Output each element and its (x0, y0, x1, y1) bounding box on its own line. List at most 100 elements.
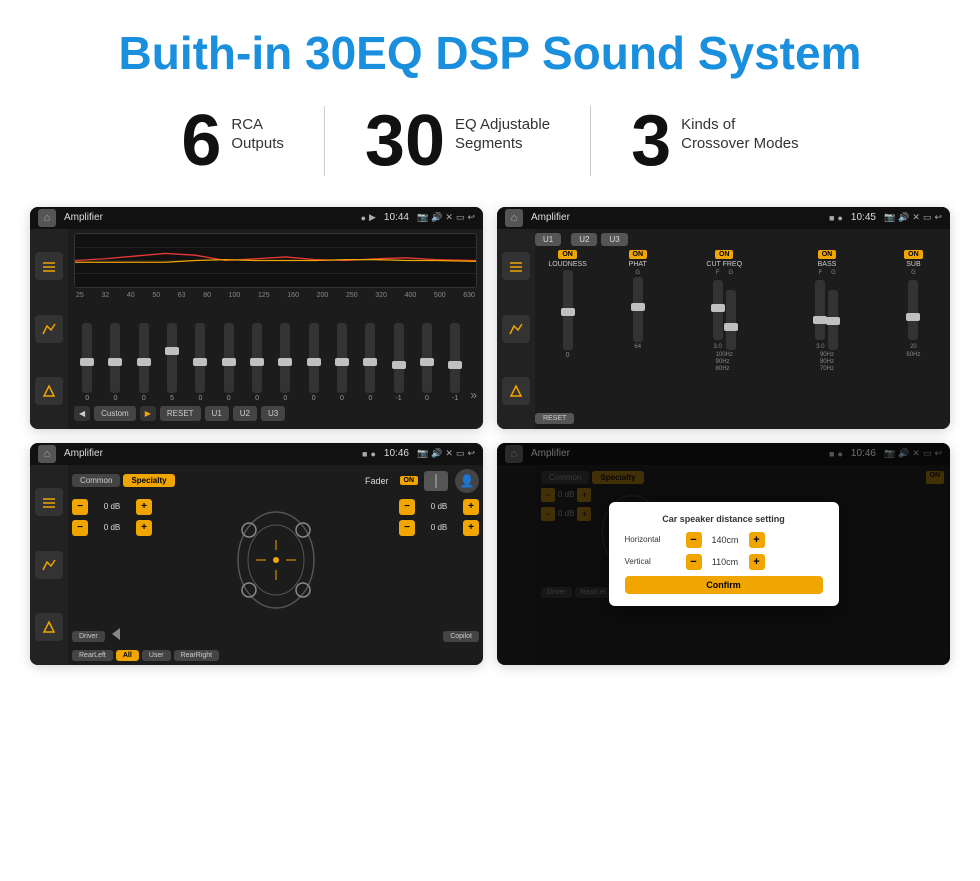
amp-sidebar-btn-1[interactable] (502, 252, 530, 280)
dialog-vertical-plus[interactable]: + (749, 554, 765, 570)
cross-btn-rearright[interactable]: RearRight (174, 650, 220, 661)
cutfreq-g-slider[interactable] (726, 290, 736, 350)
amp-u3-btn[interactable]: U3 (601, 233, 627, 246)
cross-tab-common[interactable]: Common (72, 474, 120, 487)
cross-tab-specialty[interactable]: Specialty (123, 474, 174, 487)
eq-track-9[interactable] (337, 323, 347, 393)
eq-sidebar-btn-1[interactable] (35, 252, 63, 280)
dialog-horizontal-plus[interactable]: + (749, 532, 765, 548)
cutfreq-on[interactable]: ON (715, 250, 734, 259)
cross-plus-1[interactable]: + (136, 499, 152, 515)
amp-reset-btn[interactable]: RESET (535, 413, 574, 424)
sub-on[interactable]: ON (904, 250, 923, 259)
eq-track-10[interactable] (365, 323, 375, 393)
eq-slider-8[interactable]: 0 (301, 323, 327, 402)
eq-slider-3[interactable]: 5 (159, 323, 185, 402)
back-icon-3[interactable]: ↩ (467, 448, 475, 459)
cross-minus-2[interactable]: − (72, 520, 88, 536)
cross-sidebar-btn-2[interactable] (35, 551, 63, 579)
cross-plus-2[interactable]: + (136, 520, 152, 536)
eq-track-2[interactable] (139, 323, 149, 393)
eq-play-btn[interactable]: ▶ (140, 406, 156, 421)
eq-track-12[interactable] (422, 323, 432, 393)
eq-slider-6[interactable]: 0 (244, 323, 270, 402)
eq-slider-13[interactable]: -1 (442, 323, 468, 402)
eq-slider-2[interactable]: 0 (131, 323, 157, 402)
eq-slider-11[interactable]: -1 (385, 323, 411, 402)
phat-on[interactable]: ON (629, 250, 648, 259)
home-icon-1[interactable] (38, 209, 56, 227)
eq-slider-1[interactable]: 0 (102, 323, 128, 402)
bass-70hz: 70Hz (820, 366, 834, 372)
eq-slider-7[interactable]: 0 (272, 323, 298, 402)
cross-plus-4[interactable]: + (463, 520, 479, 536)
cutfreq-f-slider[interactable] (713, 280, 723, 340)
eq-reset-btn[interactable]: RESET (160, 406, 201, 421)
home-icon-3[interactable] (38, 445, 56, 463)
loudness-slider[interactable] (563, 270, 573, 350)
bass-on[interactable]: ON (818, 250, 837, 259)
cross-car-diagram (158, 499, 393, 622)
loudness-on[interactable]: ON (558, 250, 577, 259)
eq-slider-9[interactable]: 0 (329, 323, 355, 402)
cross-minus-4[interactable]: − (399, 520, 415, 536)
eq-track-1[interactable] (110, 323, 120, 393)
eq-prev-btn[interactable]: ◀ (74, 406, 90, 421)
eq-val-6: 0 (255, 395, 259, 402)
eq-track-11[interactable] (394, 323, 404, 393)
eq-sidebar-btn-2[interactable] (35, 315, 63, 343)
eq-slider-5[interactable]: 0 (216, 323, 242, 402)
eq-track-4[interactable] (195, 323, 205, 393)
eq-slider-10[interactable]: 0 (357, 323, 383, 402)
eq-track-13[interactable] (450, 323, 460, 393)
dialog-vertical-minus[interactable]: − (686, 554, 702, 570)
eq-u2-btn[interactable]: U2 (233, 406, 257, 421)
eq-custom-btn[interactable]: Custom (94, 406, 136, 421)
amp-sidebar-btn-3[interactable] (502, 377, 530, 405)
cross-plus-3[interactable]: + (463, 499, 479, 515)
cross-fader-slider[interactable] (424, 471, 448, 491)
cross-sidebar-btn-1[interactable] (35, 488, 63, 516)
screen-crossover: Amplifier ■ ● 10:46 📷 🔊 ✕ ▭ ↩ (30, 443, 483, 665)
eq-sidebar-btn-3[interactable] (35, 377, 63, 405)
cross-minus-1[interactable]: − (72, 499, 88, 515)
home-icon-2[interactable] (505, 209, 523, 227)
amp-u1-btn[interactable]: U1 (535, 233, 561, 246)
eq-u3-btn[interactable]: U3 (261, 406, 285, 421)
cross-btn-driver[interactable]: Driver (72, 631, 105, 642)
eq-val-12: 0 (425, 395, 429, 402)
dialog-overlay: Car speaker distance setting Horizontal … (497, 443, 950, 665)
cross-btn-all[interactable]: All (116, 650, 139, 661)
bass-g-slider[interactable] (828, 290, 838, 350)
eq-slider-12[interactable]: 0 (414, 323, 440, 402)
eq-track-8[interactable] (309, 323, 319, 393)
amp-sidebar-btn-2[interactable] (502, 315, 530, 343)
eq-track-5[interactable] (224, 323, 234, 393)
dialog-confirm-button[interactable]: Confirm (625, 576, 823, 594)
eq-slider-4[interactable]: 0 (187, 323, 213, 402)
dialog-horizontal-minus[interactable]: − (686, 532, 702, 548)
cross-btn-copilot[interactable]: Copilot (443, 631, 479, 642)
cross-db-row-3: − 0 dB + (399, 499, 479, 515)
sub-g-slider[interactable] (908, 280, 918, 340)
eq-track-6[interactable] (252, 323, 262, 393)
bass-f-slider[interactable] (815, 280, 825, 340)
phat-g-slider[interactable] (633, 277, 643, 342)
back-icon-2[interactable]: ↩ (934, 212, 942, 223)
cross-minus-3[interactable]: − (399, 499, 415, 515)
eq-slider-0[interactable]: 0 (74, 323, 100, 402)
eq-track-3[interactable] (167, 323, 177, 393)
eq-track-7[interactable] (280, 323, 290, 393)
amp-u2-btn[interactable]: U2 (571, 233, 597, 246)
cross-sidebar-btn-3[interactable] (35, 613, 63, 641)
eq-u1-btn[interactable]: U1 (205, 406, 229, 421)
status-bar-2: Amplifier ■ ● 10:45 📷 🔊 ✕ ▭ ↩ (497, 207, 950, 229)
eq-more-icon[interactable]: » (470, 388, 477, 402)
cross-on-badge[interactable]: ON (400, 476, 419, 485)
back-icon-1[interactable]: ↩ (467, 212, 475, 223)
cross-db-row-2: − 0 dB + (72, 520, 152, 536)
eq-track-0[interactable] (82, 323, 92, 393)
cross-btn-rearleft[interactable]: RearLeft (72, 650, 113, 661)
cross-btn-user[interactable]: User (142, 650, 171, 661)
phat-sliders: G 64 (633, 270, 643, 350)
